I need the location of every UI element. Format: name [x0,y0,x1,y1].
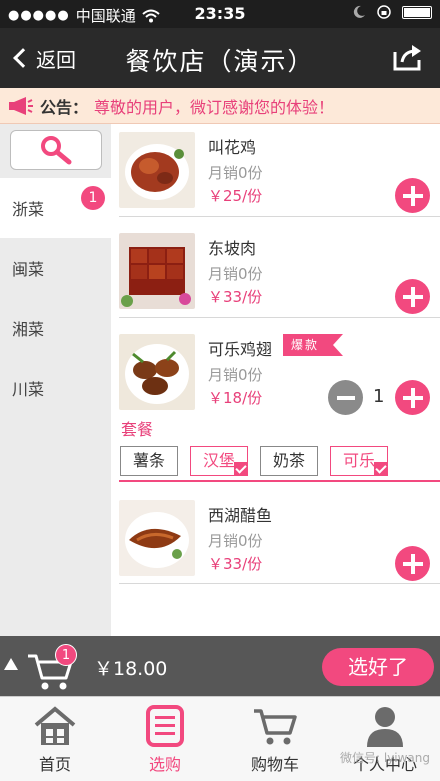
cart-total: ￥18.00 [94,658,168,680]
tab-label: 首页 [38,755,71,774]
category-count-badge: 1 [81,186,105,210]
check-icon [374,462,388,476]
combo-option-milktea[interactable]: 奶茶 [260,446,318,476]
search-button[interactable] [10,130,102,170]
dish-name: 东坡肉 [208,239,257,258]
status-right [352,4,432,20]
add-to-cart-button[interactable] [395,546,430,581]
dish-list: 叫花鸡 月销0份 ￥25/份 东坡肉 月销0份 ￥33/份 可乐鸡翅 月销0份 … [111,124,440,636]
divider [119,216,440,217]
notice-text: 尊敬的用户，微订感谢您的体验！ [94,97,335,117]
cart-bar: 1 ￥18.00 选好了 [0,636,440,696]
menu-list-icon [146,705,184,747]
divider [119,317,440,318]
tab-cart[interactable]: 购物车 [220,697,330,781]
sidebar-item-label: 闽菜 [12,260,45,279]
tab-shop[interactable]: 选购 [110,697,220,781]
sidebar-item-xiang[interactable]: 湘菜 [0,298,111,358]
add-to-cart-button[interactable] [395,178,430,213]
dish-price: ￥25/份 [208,187,263,205]
dish-sales: 月销0份 [208,265,263,283]
combo-divider [119,480,440,482]
dish-price: ￥18/份 [208,389,263,407]
combo-option-fries[interactable]: 薯条 [120,446,178,476]
notice-bar: 公告： 尊敬的用户，微订感谢您的体验！ [0,88,440,124]
tab-home[interactable]: 首页 [0,697,110,781]
user-icon [367,707,403,747]
tab-label: 购物车 [250,755,299,774]
dish-name: 可乐鸡翅 [208,340,273,359]
moon-icon [353,5,365,18]
sidebar-item-min[interactable]: 闽菜 [0,238,111,298]
combo-option-label: 奶茶 [272,451,305,470]
divider [119,583,440,584]
nav-bar: 返回 餐饮店（演示） [0,28,440,88]
bottom-tab-bar: 首页 选购 购物车 个人中心 微信号: lyiwang [0,696,440,781]
combo-option-burger[interactable]: 汉堡 [190,446,248,476]
add-to-cart-button[interactable] [395,380,430,415]
search-icon [41,136,72,165]
dish-price: ￥33/份 [208,555,263,573]
list-item: 叫花鸡 月销0份 ￥25/份 [111,124,440,224]
add-to-cart-button[interactable] [395,279,430,314]
megaphone-icon [9,96,33,115]
dish-sales: 月销0份 [208,164,263,182]
dish-sales: 月销0份 [208,532,263,550]
list-item: 可乐鸡翅 月销0份 ￥18/份 1 [111,326,440,426]
category-sidebar: 浙菜 1 闽菜 湘菜 川菜 [0,124,111,636]
check-icon [234,462,248,476]
dish-name: 叫花鸡 [208,138,257,157]
tab-label: 选购 [148,755,181,774]
combo-title: 套餐 [121,420,154,439]
notice-label: 公告： [40,97,89,117]
home-icon [34,706,76,745]
tab-profile[interactable]: 个人中心 [330,697,440,781]
combo-option-label: 可乐 [342,451,375,470]
dish-image [119,500,195,576]
dish-image [119,233,195,309]
dish-name: 西湖醋鱼 [208,506,273,525]
expand-cart-icon[interactable] [4,658,18,670]
list-item: 西湖醋鱼 月销0份 ￥33/份 [111,492,440,592]
dish-sales: 月销0份 [208,366,263,384]
rotation-lock-icon [377,5,391,19]
item-quantity: 1 [373,386,385,407]
share-icon[interactable] [392,42,424,72]
dish-price: ￥33/份 [208,288,263,306]
battery-icon [402,5,432,19]
watermark: 微信号: lyiwang [339,751,430,765]
dish-image [119,132,195,208]
hot-badge: 爆款 [283,334,343,356]
sidebar-item-label: 川菜 [12,380,45,399]
sidebar-item-label: 湘菜 [12,320,45,339]
combo-option-label: 汉堡 [202,451,235,470]
page-title: 餐饮店（演示） [125,47,315,76]
status-bar: ●●●●● 中国联通 23:35 [0,0,440,28]
list-item: 东坡肉 月销0份 ￥33/份 [111,225,440,325]
combo-option-label: 薯条 [132,451,165,470]
checkout-button[interactable]: 选好了 [322,648,434,686]
shopping-cart-icon [254,709,297,745]
sidebar-item-chuan[interactable]: 川菜 [0,358,111,418]
cart-count-badge: 1 [55,644,77,666]
combo-option-cola[interactable]: 可乐 [330,446,388,476]
remove-from-cart-button[interactable] [328,380,363,415]
sidebar-item-label: 浙菜 [12,200,45,219]
dish-image [119,334,195,410]
